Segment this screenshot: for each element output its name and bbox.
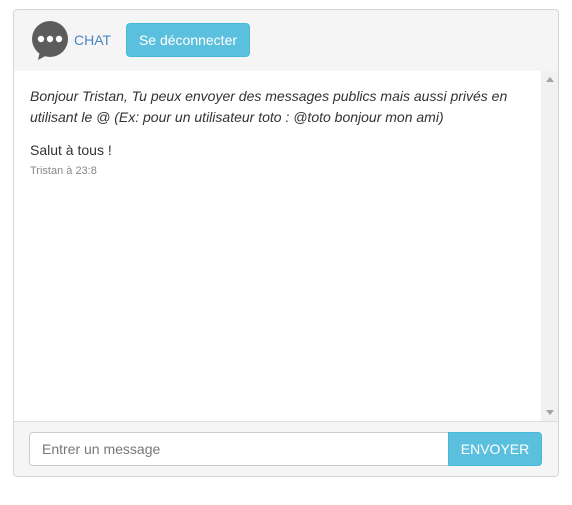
chat-panel: CHAT Se déconnecter Bonjour Tristan, Tu … — [13, 9, 559, 477]
chat-bubble-icon — [32, 21, 68, 60]
composer: ENVOYER — [14, 421, 558, 476]
welcome-message: Bonjour Tristan, Tu peux envoyer des mes… — [30, 88, 508, 125]
brand-label: CHAT — [74, 32, 112, 48]
logout-button[interactable]: Se déconnecter — [126, 23, 250, 57]
chat-header: CHAT Se déconnecter — [14, 10, 558, 71]
scroll-up-icon[interactable] — [546, 77, 554, 82]
scroll-down-icon[interactable] — [546, 410, 554, 415]
message-list[interactable]: Bonjour Tristan, Tu peux envoyer des mes… — [14, 71, 541, 421]
send-button[interactable]: ENVOYER — [448, 432, 542, 466]
message-meta: Tristan à 23:8 — [30, 165, 97, 177]
message-text: Salut à tous ! — [30, 142, 112, 158]
message-scrollbar[interactable] — [541, 71, 558, 421]
message-input[interactable] — [29, 432, 449, 466]
